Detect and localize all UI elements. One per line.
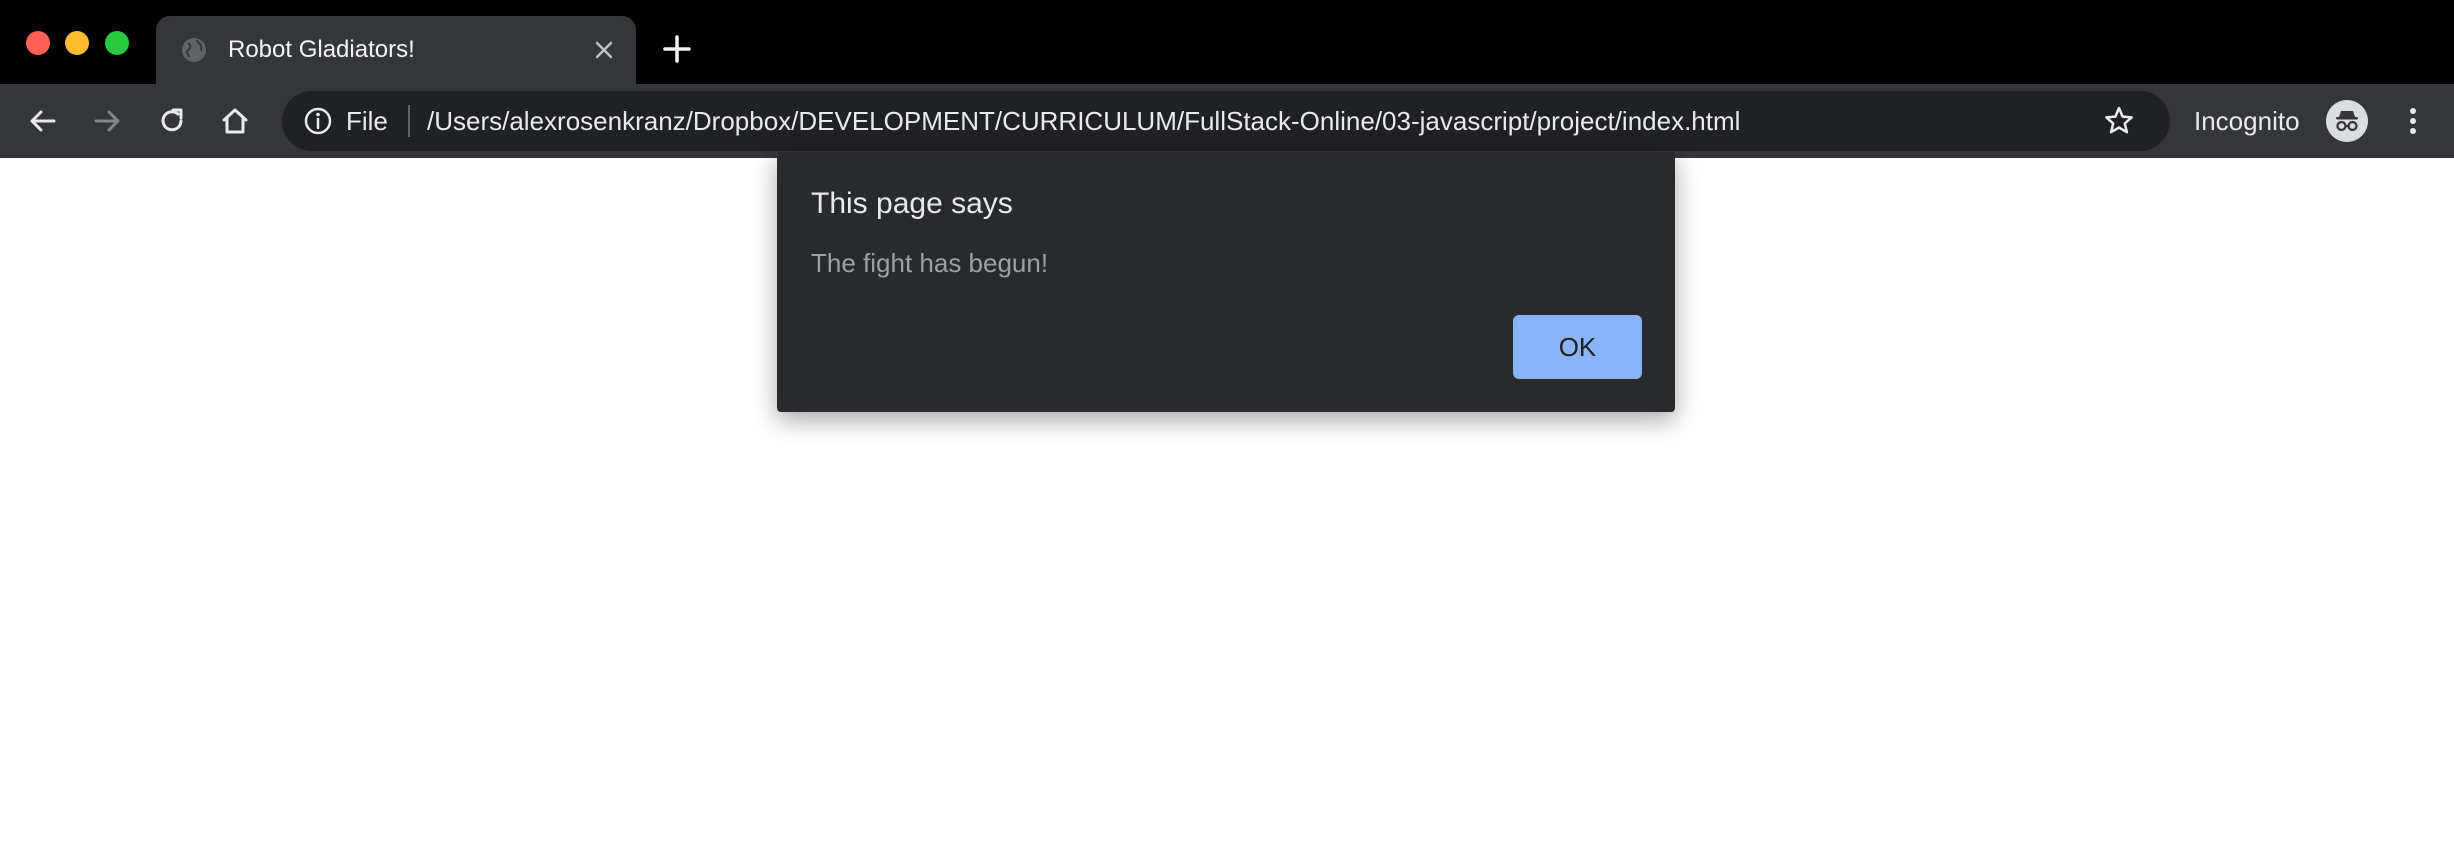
- more-vertical-icon[interactable]: [2396, 104, 2430, 138]
- reload-icon[interactable]: [155, 104, 189, 138]
- incognito-label: Incognito: [2194, 106, 2300, 136]
- ok-button[interactable]: OK: [1513, 315, 1642, 379]
- tab-strip: Robot Gladiators!: [0, 0, 2454, 84]
- scheme-label: File: [346, 106, 388, 136]
- forward-arrow-icon[interactable]: [90, 104, 124, 138]
- star-icon[interactable]: [2102, 104, 2136, 138]
- home-icon[interactable]: [218, 104, 252, 138]
- plus-icon[interactable]: [662, 34, 692, 64]
- toolbar: File /Users/alexrosenkranz/Dropbox/DEVEL…: [0, 84, 2454, 158]
- dialog-title: This page says: [811, 187, 1013, 220]
- address-divider: [408, 105, 410, 137]
- url-text[interactable]: /Users/alexrosenkranz/Dropbox/DEVELOPMEN…: [427, 105, 1740, 137]
- window-maximize-button[interactable]: [105, 31, 129, 55]
- close-icon[interactable]: [590, 36, 618, 64]
- tab-title: Robot Gladiators!: [228, 36, 415, 63]
- back-arrow-icon[interactable]: [26, 104, 60, 138]
- dialog-message: The fight has begun!: [811, 248, 1049, 278]
- browser-window: Robot Gladiators! File /Users/alexrosenk…: [0, 0, 2454, 852]
- alert-dialog: This page says The fight has begun! OK: [777, 152, 1675, 412]
- info-icon[interactable]: [302, 105, 334, 137]
- window-close-button[interactable]: [26, 31, 50, 55]
- tab-robot-gladiators[interactable]: Robot Gladiators!: [156, 16, 636, 84]
- globe-icon: [182, 38, 206, 62]
- incognito-icon[interactable]: [2326, 100, 2368, 142]
- window-minimize-button[interactable]: [65, 31, 89, 55]
- address-bar[interactable]: File /Users/alexrosenkranz/Dropbox/DEVEL…: [282, 91, 2170, 151]
